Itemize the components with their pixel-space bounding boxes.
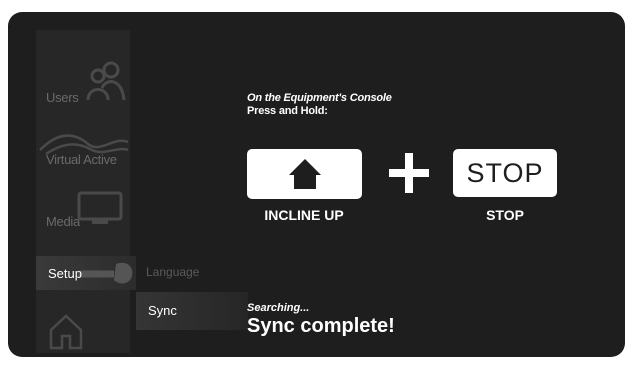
sidebar: Users Virtual Active Media bbox=[36, 30, 130, 353]
stop-key-text: STOP bbox=[466, 158, 544, 188]
console-screen: Users Virtual Active Media Setup Languag… bbox=[8, 12, 625, 357]
home-icon bbox=[49, 314, 83, 350]
virtual-active-icon bbox=[39, 134, 129, 156]
stop-key: STOP bbox=[453, 149, 557, 197]
submenu-item-label: Sync bbox=[148, 303, 177, 318]
home-icon bbox=[289, 159, 321, 189]
incline-up-key bbox=[247, 149, 362, 199]
submenu-item-sync[interactable]: Sync bbox=[136, 292, 248, 330]
submenu-item-language[interactable]: Language bbox=[146, 265, 199, 279]
sidebar-item-users[interactable]: Users bbox=[36, 60, 130, 110]
searching-status: Searching... bbox=[247, 302, 310, 314]
wrench-icon bbox=[78, 262, 133, 284]
sidebar-item-virtual-active[interactable]: Virtual Active bbox=[36, 122, 130, 172]
users-icon bbox=[86, 61, 126, 101]
stop-label: STOP bbox=[486, 207, 524, 223]
sidebar-item-label: Setup bbox=[48, 266, 82, 281]
instruction-line-1: On the Equipment's Console bbox=[247, 92, 392, 104]
media-icon bbox=[77, 191, 123, 224]
sidebar-item-setup[interactable]: Setup bbox=[36, 256, 136, 290]
sync-result: Sync complete! bbox=[247, 315, 395, 337]
sidebar-item-media[interactable]: Media bbox=[36, 188, 130, 238]
sidebar-item-label: Media bbox=[46, 214, 80, 229]
sidebar-item-home[interactable] bbox=[36, 312, 130, 352]
instruction-line-2: Press and Hold: bbox=[247, 105, 328, 117]
incline-up-label: INCLINE UP bbox=[264, 207, 344, 223]
plus-icon bbox=[389, 153, 429, 193]
sidebar-item-label: Users bbox=[46, 90, 79, 105]
